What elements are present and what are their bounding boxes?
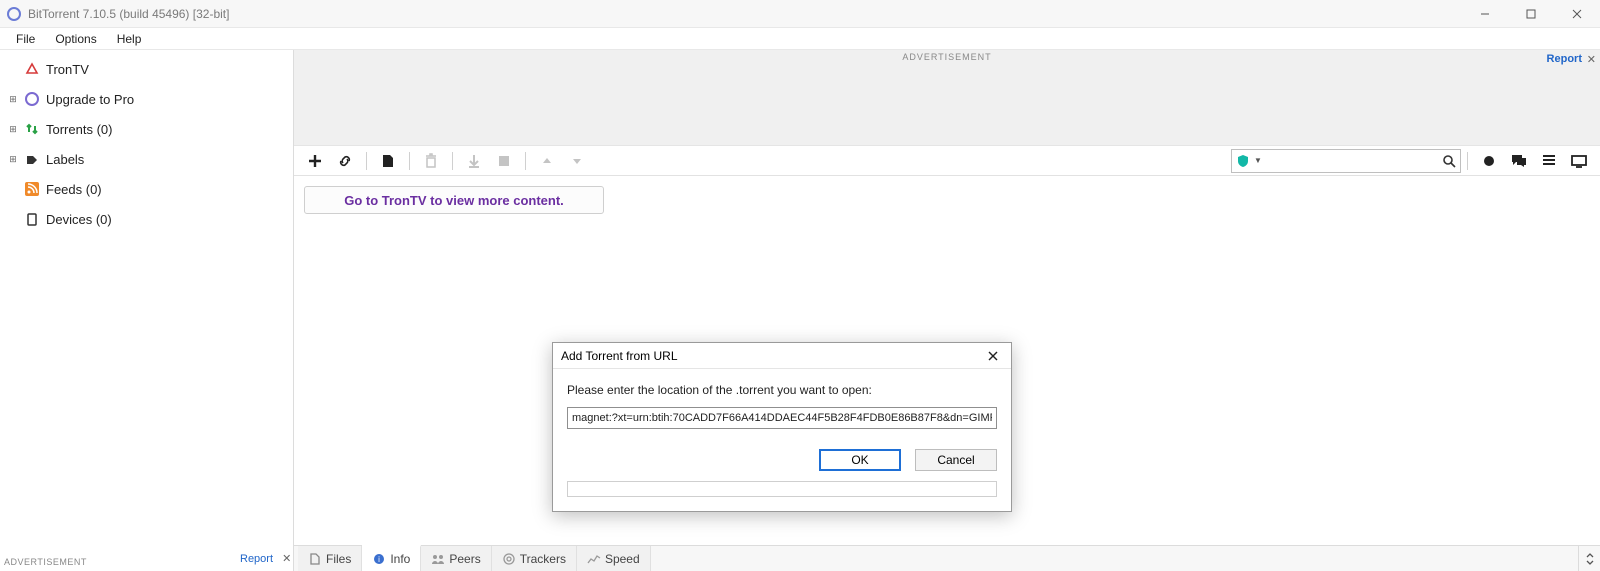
pro-icon [24, 91, 40, 107]
url-input[interactable] [567, 407, 997, 429]
separator [525, 152, 526, 170]
tab-speed[interactable]: Speed [577, 546, 651, 571]
separator [1467, 152, 1468, 170]
toolbar: ▼ [294, 146, 1600, 176]
shield-icon [1232, 154, 1254, 168]
info-icon: i [372, 552, 386, 566]
search-box[interactable]: ▼ [1231, 149, 1461, 173]
menu-help[interactable]: Help [107, 30, 152, 48]
menu-options[interactable]: Options [45, 30, 106, 48]
window-titlebar: BitTorrent 7.10.5 (build 45496) [32-bit] [0, 0, 1600, 28]
tab-trackers[interactable]: Trackers [492, 546, 577, 571]
tab-label: Speed [605, 552, 640, 566]
view-list-button[interactable] [1534, 147, 1564, 175]
move-up-button[interactable] [532, 147, 562, 175]
sidebar-item-label: TronTV [46, 62, 89, 77]
stop-button[interactable] [489, 147, 519, 175]
dialog-titlebar[interactable]: Add Torrent from URL [553, 343, 1011, 369]
create-torrent-button[interactable] [373, 147, 403, 175]
ad-report-link[interactable]: Report [1547, 53, 1582, 65]
separator [366, 152, 367, 170]
add-torrent-button[interactable] [300, 147, 330, 175]
search-engine-dropdown[interactable]: ▼ [1254, 156, 1266, 165]
ok-button[interactable]: OK [819, 449, 901, 471]
chat-button[interactable] [1504, 147, 1534, 175]
sidebar-report-close-icon[interactable]: ✕ [282, 553, 291, 565]
tab-files[interactable]: Files [298, 546, 362, 571]
tab-label: Trackers [520, 552, 566, 566]
expand-icon[interactable]: ⊞ [8, 124, 18, 135]
search-input[interactable] [1266, 154, 1438, 168]
tab-label: Files [326, 552, 351, 566]
add-url-button[interactable] [330, 147, 360, 175]
tab-label: Info [390, 552, 410, 566]
detail-tabs: Files i Info Peers Trackers Speed [294, 545, 1600, 571]
trontv-promo-link[interactable]: Go to TronTV to view more content. [344, 193, 564, 208]
sidebar-item-label: Torrents (0) [46, 122, 112, 137]
peers-icon [431, 552, 445, 566]
menu-file[interactable]: File [6, 30, 45, 48]
sidebar-report-link[interactable]: Report [240, 553, 273, 565]
files-icon [308, 552, 322, 566]
sidebar-item-label: Upgrade to Pro [46, 92, 134, 107]
expand-detail-button[interactable] [1578, 546, 1600, 571]
tab-label: Peers [449, 552, 480, 566]
app-logo-icon [6, 6, 22, 22]
label-icon [24, 151, 40, 167]
ad-label: ADVERTISEMENT [902, 52, 991, 62]
trontv-promo[interactable]: Go to TronTV to view more content. [304, 186, 604, 214]
trontv-icon [24, 61, 40, 77]
devices-icon [24, 211, 40, 227]
speed-icon [587, 552, 601, 566]
tab-peers[interactable]: Peers [421, 546, 491, 571]
sidebar-item-label: Labels [46, 152, 84, 167]
remote-button[interactable] [1564, 147, 1594, 175]
start-button[interactable] [459, 147, 489, 175]
separator [452, 152, 453, 170]
sidebar-item-torrents[interactable]: ⊞ Torrents (0) [0, 114, 293, 144]
svg-text:i: i [378, 555, 380, 564]
ad-close-icon[interactable]: ✕ [1587, 53, 1596, 66]
sidebar-item-label: Feeds (0) [46, 182, 102, 197]
sidebar-ad-label: ADVERTISEMENT [4, 557, 87, 567]
tab-info[interactable]: i Info [362, 545, 421, 571]
search-icon[interactable] [1438, 154, 1460, 168]
minimize-button[interactable] [1462, 0, 1508, 28]
torrents-icon [24, 121, 40, 137]
maximize-button[interactable] [1508, 0, 1554, 28]
sidebar-item-feeds[interactable]: Feeds (0) [0, 174, 293, 204]
add-url-dialog: Add Torrent from URL Please enter the lo… [552, 342, 1012, 512]
sidebar-item-labels[interactable]: ⊞ Labels [0, 144, 293, 174]
dialog-close-icon[interactable] [983, 346, 1003, 366]
delete-button[interactable] [416, 147, 446, 175]
trackers-icon [502, 552, 516, 566]
sidebar: TronTV ⊞ Upgrade to Pro ⊞ Torrents (0) ⊞… [0, 50, 294, 571]
sidebar-item-trontv[interactable]: TronTV [0, 54, 293, 84]
move-down-button[interactable] [562, 147, 592, 175]
sidebar-item-upgrade[interactable]: ⊞ Upgrade to Pro [0, 84, 293, 114]
window-title: BitTorrent 7.10.5 (build 45496) [32-bit] [28, 7, 229, 21]
ad-banner: ADVERTISEMENT Report ✕ [294, 50, 1600, 146]
dialog-message: Please enter the location of the .torren… [567, 383, 997, 397]
cancel-button[interactable]: Cancel [915, 449, 997, 471]
dialog-progress-bar [567, 481, 997, 497]
rss-icon [24, 181, 40, 197]
separator [409, 152, 410, 170]
close-button[interactable] [1554, 0, 1600, 28]
sidebar-item-devices[interactable]: Devices (0) [0, 204, 293, 234]
sidebar-item-label: Devices (0) [46, 212, 112, 227]
bundles-button[interactable] [1474, 147, 1504, 175]
expand-icon[interactable]: ⊞ [8, 154, 18, 165]
dialog-title: Add Torrent from URL [561, 349, 678, 363]
expand-icon[interactable]: ⊞ [8, 94, 18, 105]
menubar: File Options Help [0, 28, 1600, 50]
